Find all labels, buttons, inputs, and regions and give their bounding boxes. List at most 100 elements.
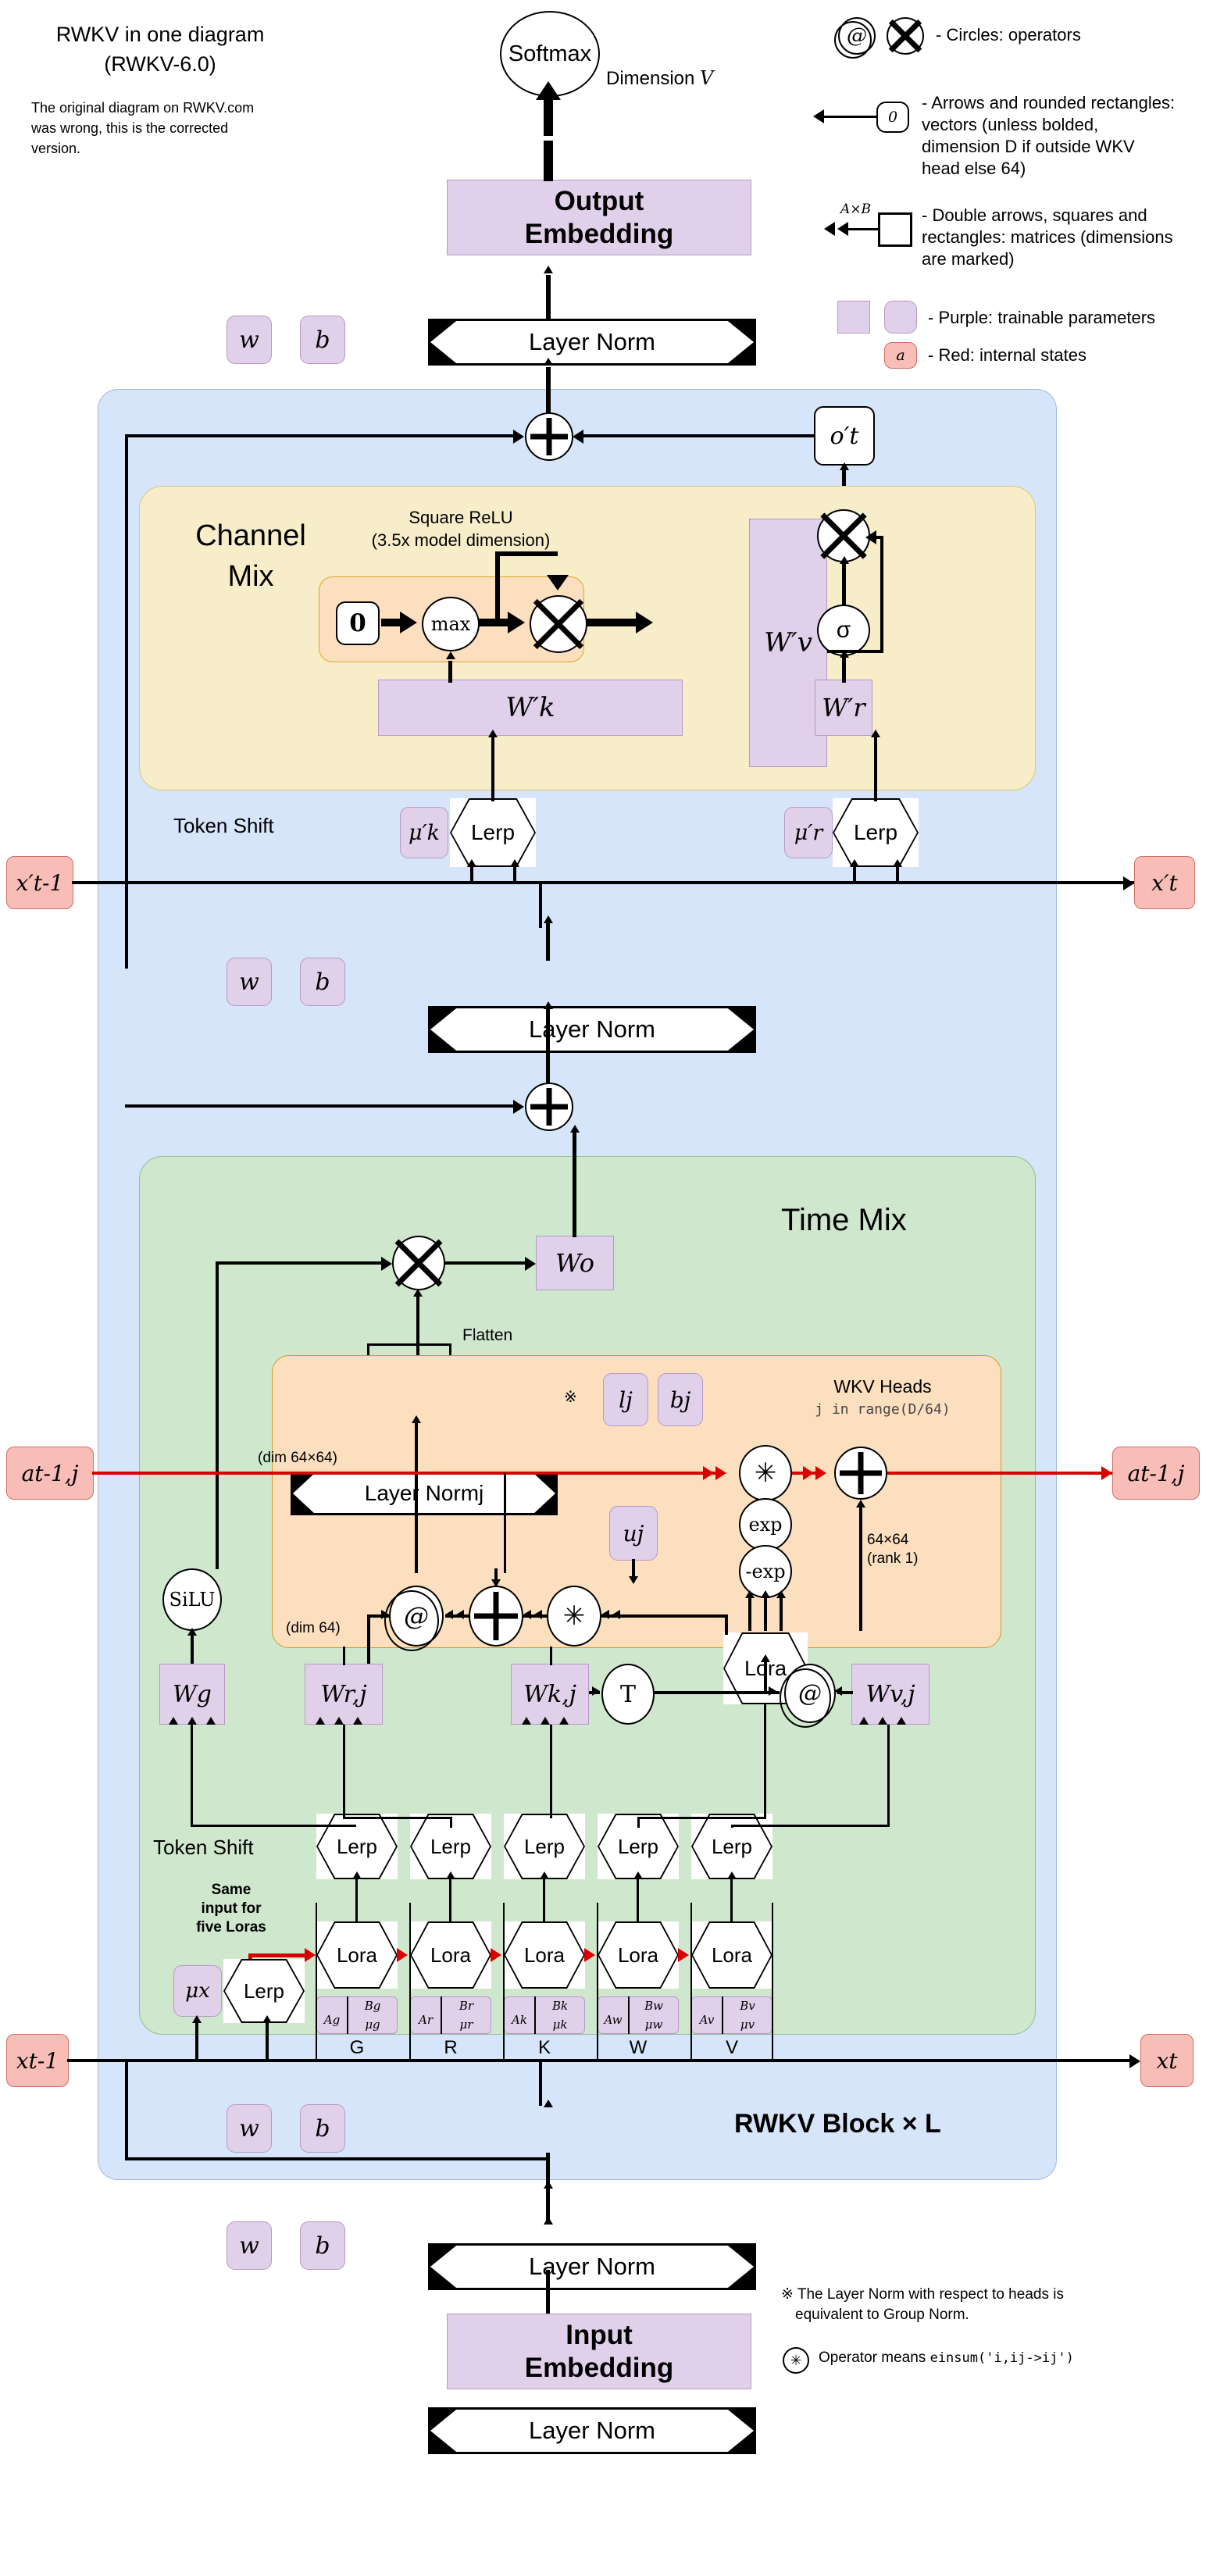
legend-purple-text: - Purple: trainable parameters — [928, 308, 1156, 327]
star-to-plus-arrow2 — [534, 1610, 542, 1619]
residual-upper-left-vert — [125, 434, 128, 969]
x-t: xt — [1140, 2034, 1194, 2087]
x-prime-t: x′t — [1134, 856, 1195, 909]
time-mix-lerp-g: Lerp — [316, 1814, 398, 1879]
legend-times-operator-icon — [887, 17, 924, 55]
block-top-out-line — [546, 367, 551, 414]
softmax-input-arrow-head — [536, 81, 561, 100]
legend-matrix-arrow-line — [844, 228, 880, 230]
rwkv-block-label: RWKV Block × L — [734, 2109, 941, 2139]
state-line-left-arrow2 — [715, 1466, 726, 1480]
state-add-op — [834, 1447, 887, 1500]
max-to-times-arrow — [508, 612, 525, 633]
zero-to-max-arrow — [400, 612, 417, 633]
footnote-1: ※ The Layer Norm with respect to heads i… — [781, 2285, 1195, 2325]
sigma-to-times-line — [842, 561, 846, 606]
lora-param-br: Br — [458, 1999, 474, 2013]
x-prime-down-vert — [539, 881, 542, 928]
ln-input-in-arrow — [544, 2217, 553, 2225]
x-line-right-arrow — [1129, 2054, 1140, 2068]
layer-norm-input: Layer Norm — [428, 2407, 756, 2454]
square-relu-feedback-arrow — [547, 575, 569, 590]
x-prime-to-lerp-r-1 — [853, 867, 856, 883]
layer-norm-top-out-arrow — [544, 266, 553, 273]
input-embedding-box: Input Embedding — [447, 2314, 751, 2389]
lora-param-aw: Aw — [604, 2013, 623, 2027]
lerp-lora-conn-r — [449, 1879, 451, 1923]
w-prime-k-matrix: W′k — [378, 680, 683, 736]
lora-param-muw: μw — [644, 2018, 663, 2032]
uj-out-arrow — [629, 1576, 638, 1584]
o-prime-to-plus-line — [582, 434, 816, 437]
legend-red-box: a — [884, 342, 917, 369]
layer-norm-bottom-block-w: w — [227, 2104, 272, 2153]
route-r-vert — [343, 1725, 345, 1818]
lora-chain-arrow-3 — [584, 1948, 595, 1962]
wkv-heads-label: WKV Heads j in range(D/64) — [781, 1375, 984, 1422]
route-v-vert — [887, 1725, 890, 1826]
page-title-line1: RWKV in one diagram — [55, 23, 265, 46]
time-mix-lora-g: Lora — [316, 1921, 398, 1989]
x-to-lerp-arrow — [192, 2015, 202, 2023]
star-in-right-arrow1 — [601, 1610, 609, 1619]
at-op-to-plus-line — [859, 1507, 862, 1631]
route-k-arrow-1 — [522, 1717, 531, 1725]
layer-norm-top-b: b — [300, 316, 345, 364]
col-divider-4 — [597, 1903, 598, 2059]
lora-param-ag: Ag — [323, 2013, 341, 2027]
lora-param-muk: μk — [552, 2018, 568, 2032]
ln-j-in-line — [415, 1423, 418, 1573]
x-prime-right-arrow — [1123, 876, 1134, 890]
layer-norm-top-w: w — [227, 316, 272, 364]
route-v-horiz — [731, 1825, 890, 1827]
w-r-j-matrix: Wr,j — [305, 1664, 383, 1725]
layer-norm-input-label: Layer Norm — [529, 2417, 655, 2444]
flatten-label: Flatten — [462, 1326, 513, 1344]
T-to-at2-line — [655, 1691, 780, 1694]
route-w-down — [637, 1817, 640, 1828]
lora-param-av: Av — [699, 2013, 715, 2027]
l-j-param: lj — [603, 1373, 648, 1426]
route-k-vert — [550, 1725, 552, 1818]
column-key-g: G — [349, 2037, 365, 2058]
star-in-right-arrow2 — [612, 1610, 620, 1619]
lora-param-ar: Ar — [418, 2013, 433, 2027]
legend-circles-text: - Circles: operators — [936, 25, 1081, 45]
x-prime-t-minus-1: x′t-1 — [6, 856, 73, 909]
wo-out-line — [573, 1131, 576, 1237]
residual-lower-left-horiz — [125, 1104, 519, 1108]
same-input-red-line — [248, 1953, 311, 1957]
lora-param-bg: Bg — [364, 1999, 381, 2013]
footnote-2: Operator means einsum('i,ij->ij') — [819, 2349, 1201, 2367]
layer-norm-middle-out — [546, 922, 550, 961]
lerp-r-out-arrow — [871, 730, 880, 737]
mu-x-param: μx — [173, 1965, 222, 2017]
o-prime-t-box: o′t — [814, 406, 875, 466]
wv-path-h — [827, 650, 883, 653]
state-line-left — [92, 1472, 717, 1475]
col-divider-6 — [772, 1903, 773, 2059]
ln-bottom-block-in-arrow — [544, 2100, 553, 2107]
negexp-in-arrow-3 — [776, 1590, 786, 1598]
time-mix-plus-op — [469, 1586, 523, 1647]
lora-chain-arrow-1 — [397, 1948, 408, 1962]
legend-at-operator-ring — [834, 21, 872, 59]
legend-matrix-box — [878, 212, 912, 247]
time-mix-gate-times — [392, 1236, 445, 1290]
negexp-in-line-2 — [764, 1598, 767, 1631]
x-prime-to-lerp-r-1-arrow — [850, 859, 859, 867]
state-decay-star-op: ✳ — [739, 1445, 792, 1501]
lerp-lora-conn-w — [637, 1879, 639, 1923]
time-mix-lora-v: Lora — [691, 1921, 772, 1989]
footnote-1-line2: equivalent to Group Norm. — [795, 2307, 969, 2323]
star-to-plus-arrow1 — [523, 1610, 531, 1619]
layer-norm-middle-w: w — [227, 958, 272, 1006]
negexp-in-line-1 — [748, 1598, 751, 1631]
x-prime-to-lerp-k-2 — [513, 867, 516, 883]
time-mix-main-lerp: Lerp — [223, 1959, 305, 2023]
route-g-horiz — [191, 1825, 356, 1827]
plus-to-at-arrow2 — [456, 1610, 464, 1619]
wk-to-max-arrow — [446, 651, 455, 659]
layer-norm-middle: Layer Norm — [428, 1006, 756, 1053]
time-mix-at-op-2-ring — [780, 1668, 831, 1728]
